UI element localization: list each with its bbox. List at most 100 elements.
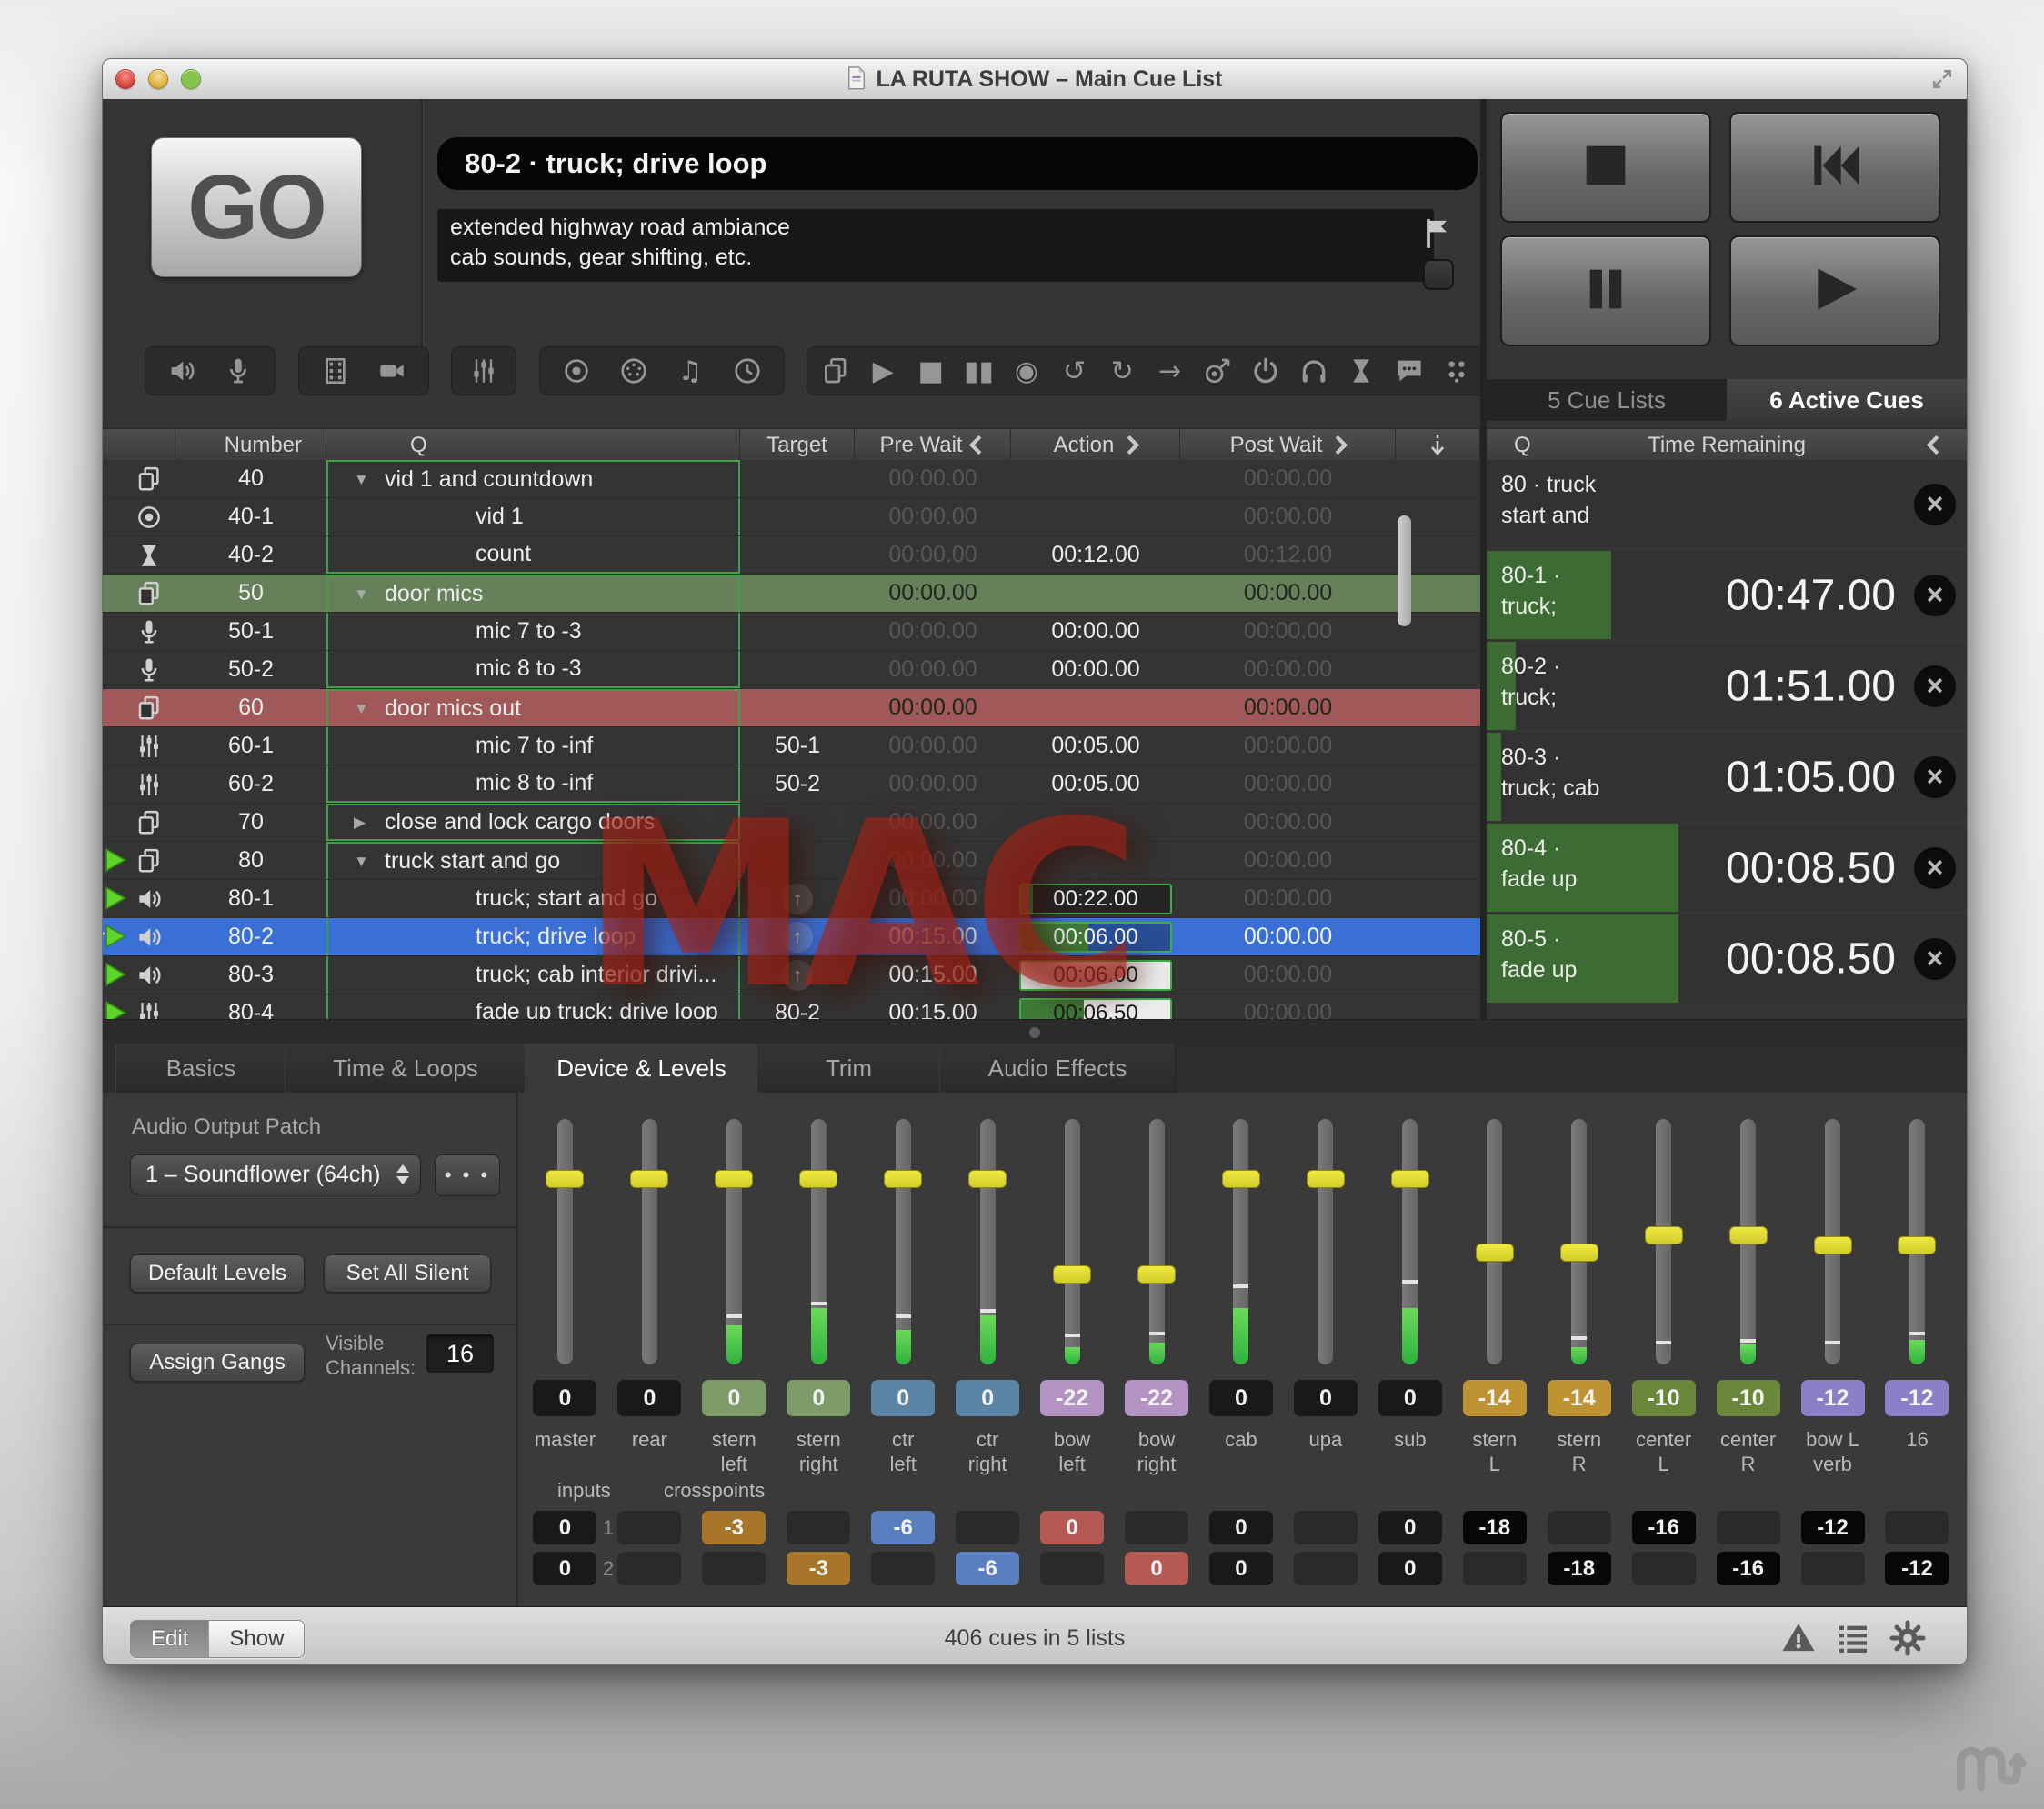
post-wait-value[interactable]: 00:00.00 xyxy=(1180,847,1396,874)
cue-number[interactable]: 80-2 xyxy=(175,924,326,950)
cue-name[interactable]: mic 8 to -3 xyxy=(476,655,582,682)
tab-cue-lists[interactable]: 5 Cue Lists xyxy=(1487,379,1727,421)
stop-cue-button[interactable]: × xyxy=(1914,575,1956,616)
post-wait-value[interactable]: 00:00.00 xyxy=(1180,733,1396,759)
post-wait-value[interactable]: 00:00.00 xyxy=(1180,924,1396,950)
cue-number[interactable]: 50-1 xyxy=(175,618,326,645)
crosspoint-2-cab[interactable]: 0 xyxy=(1209,1552,1273,1585)
stop-button[interactable] xyxy=(1500,112,1711,223)
fader-thumb[interactable] xyxy=(799,1170,837,1188)
fader-master[interactable] xyxy=(557,1119,573,1364)
pre-wait-value[interactable]: 00:00.00 xyxy=(855,542,1011,568)
crosspoint-2-master[interactable]: 0 xyxy=(533,1552,596,1585)
music-notes-icon[interactable]: ♫ xyxy=(670,353,710,389)
cue-row-50-1[interactable]: 50-1mic 7 to -300:00.0000:00.0000:00.00 xyxy=(103,613,1480,651)
cue-name[interactable]: vid 1 xyxy=(476,504,524,530)
action-duration-box[interactable]: 00:22.00 xyxy=(1019,884,1172,914)
expand-right-icon[interactable] xyxy=(1120,435,1139,455)
pre-wait-value[interactable]: 00:15.00 xyxy=(855,962,1011,988)
assign-gangs-button[interactable]: Assign Gangs xyxy=(130,1344,305,1382)
action-duration-box[interactable]: 00:06.00 xyxy=(1019,922,1172,953)
fader-thumb[interactable] xyxy=(1898,1236,1936,1254)
expand-right-icon2[interactable] xyxy=(1328,435,1348,455)
crosspoint-1-cab[interactable]: 0 xyxy=(1209,1511,1273,1544)
undo-icon[interactable]: ↺ xyxy=(1055,353,1095,389)
pre-wait-value[interactable]: 00:00.00 xyxy=(855,656,1011,683)
level-value-center-R[interactable]: -10 xyxy=(1717,1380,1780,1416)
cue-name[interactable]: count xyxy=(476,541,531,567)
patch-options-button[interactable]: • • • xyxy=(435,1154,500,1196)
crosspoint-1-rear[interactable] xyxy=(617,1511,681,1544)
play-icon[interactable]: ▶ xyxy=(863,353,903,389)
cue-number[interactable]: 60-2 xyxy=(175,771,326,797)
cue-number[interactable]: 50-2 xyxy=(175,656,326,683)
fader-bow-left[interactable] xyxy=(1065,1119,1080,1364)
post-wait-value[interactable]: 00:00.00 xyxy=(1180,618,1396,645)
action-value[interactable]: 00:05.00 xyxy=(1011,771,1180,797)
fader-thumb[interactable] xyxy=(884,1170,922,1188)
cue-number[interactable]: 80-1 xyxy=(175,885,326,912)
active-cue-row-2[interactable]: 80-1 ·truck;00:47.00× xyxy=(1487,551,1967,639)
post-wait-value[interactable]: 00:12.00 xyxy=(1180,542,1396,568)
pre-wait-value[interactable]: 00:00.00 xyxy=(855,809,1011,835)
crosspoint-1-upa[interactable] xyxy=(1294,1511,1358,1544)
header-pre-wait[interactable]: Pre Wait xyxy=(855,429,1011,461)
crosspoint-1-sub[interactable]: 0 xyxy=(1378,1511,1442,1544)
expander-open-icon[interactable]: ▼ xyxy=(354,471,385,489)
memo-icon[interactable] xyxy=(1389,353,1429,389)
cue-name-cell[interactable]: mic 8 to -3 xyxy=(326,651,740,688)
group-icon[interactable] xyxy=(816,353,856,389)
expander-closed-icon[interactable]: ▶ xyxy=(354,814,385,832)
gear-icon[interactable] xyxy=(1889,1620,1926,1656)
camera-icon[interactable] xyxy=(372,353,412,389)
post-wait-value[interactable]: 00:00.00 xyxy=(1180,962,1396,988)
crosspoint-2-bow-right[interactable]: 0 xyxy=(1125,1552,1188,1585)
tab-device-levels[interactable]: Device & Levels xyxy=(525,1044,758,1094)
stop-cue-button[interactable]: × xyxy=(1914,665,1956,707)
post-wait-value[interactable]: 00:00.00 xyxy=(1180,656,1396,683)
header-action[interactable]: Action xyxy=(1011,429,1180,461)
crosspoint-2-stern-R[interactable]: -18 xyxy=(1548,1552,1611,1585)
cue-target-cell[interactable]: 50-2 xyxy=(740,771,855,797)
cue-name-cell[interactable]: truck; start and go xyxy=(326,880,740,917)
level-value-ctr-right[interactable]: 0 xyxy=(956,1380,1019,1416)
fader-thumb[interactable] xyxy=(1053,1265,1091,1284)
fader-stern-L[interactable] xyxy=(1487,1119,1502,1364)
header-post-wait[interactable]: Post Wait xyxy=(1180,429,1396,461)
cue-name[interactable]: truck; drive loop xyxy=(476,924,636,950)
fader-ctr-left[interactable] xyxy=(896,1119,911,1364)
cue-name-cell[interactable]: vid 1 xyxy=(326,498,740,535)
cue-target-cell[interactable]: 50-1 xyxy=(740,733,855,759)
fader-thumb[interactable] xyxy=(1307,1170,1345,1188)
hourglass-icon[interactable] xyxy=(1341,353,1381,389)
fader-thumb[interactable] xyxy=(715,1170,753,1188)
cue-row-50-2[interactable]: 50-2mic 8 to -300:00.0000:00.0000:00.00 xyxy=(103,651,1480,689)
crosspoint-1-master[interactable]: 0 xyxy=(533,1511,596,1544)
collapse-left-icon[interactable] xyxy=(968,435,987,455)
fader-thumb[interactable] xyxy=(1645,1226,1683,1244)
microphone-icon[interactable] xyxy=(218,353,258,389)
splitter[interactable] xyxy=(103,1019,1967,1044)
level-value-center-L[interactable]: -10 xyxy=(1632,1380,1696,1416)
crosspoint-2-center-L[interactable] xyxy=(1632,1552,1696,1585)
active-cue-row-3[interactable]: 80-2 ·truck;01:51.00× xyxy=(1487,642,1967,730)
fader-bow-right[interactable] xyxy=(1149,1119,1165,1364)
devamp-target-icon[interactable] xyxy=(1197,353,1237,389)
cue-number[interactable]: 60-1 xyxy=(175,733,326,759)
crosspoint-2-16[interactable]: -12 xyxy=(1885,1552,1949,1585)
expander-open-icon[interactable]: ▼ xyxy=(354,700,385,718)
crosspoint-2-sub[interactable]: 0 xyxy=(1378,1552,1442,1585)
cue-name-cell[interactable]: ▼truck start and go xyxy=(326,842,740,879)
titlebar[interactable]: LA RUTA SHOW – Main Cue List xyxy=(103,59,1967,100)
fader-stern-left[interactable] xyxy=(726,1119,742,1364)
tab-audio-effects[interactable]: Audio Effects xyxy=(939,1044,1176,1093)
crosspoint-2-stern-L[interactable] xyxy=(1463,1552,1527,1585)
arrow-right-icon[interactable]: → xyxy=(1150,353,1190,389)
clock-icon[interactable] xyxy=(727,353,767,389)
crosspoint-2-ctr-right[interactable]: -6 xyxy=(956,1552,1019,1585)
action-value[interactable]: 00:00.00 xyxy=(1011,656,1180,683)
crosspoint-2-bow L-verb[interactable] xyxy=(1801,1552,1865,1585)
level-value-stern-R[interactable]: -14 xyxy=(1548,1380,1611,1416)
audio-patch-dropdown[interactable]: 1 – Soundflower (64ch) xyxy=(130,1154,421,1194)
level-value-bow L-verb[interactable]: -12 xyxy=(1801,1380,1865,1416)
